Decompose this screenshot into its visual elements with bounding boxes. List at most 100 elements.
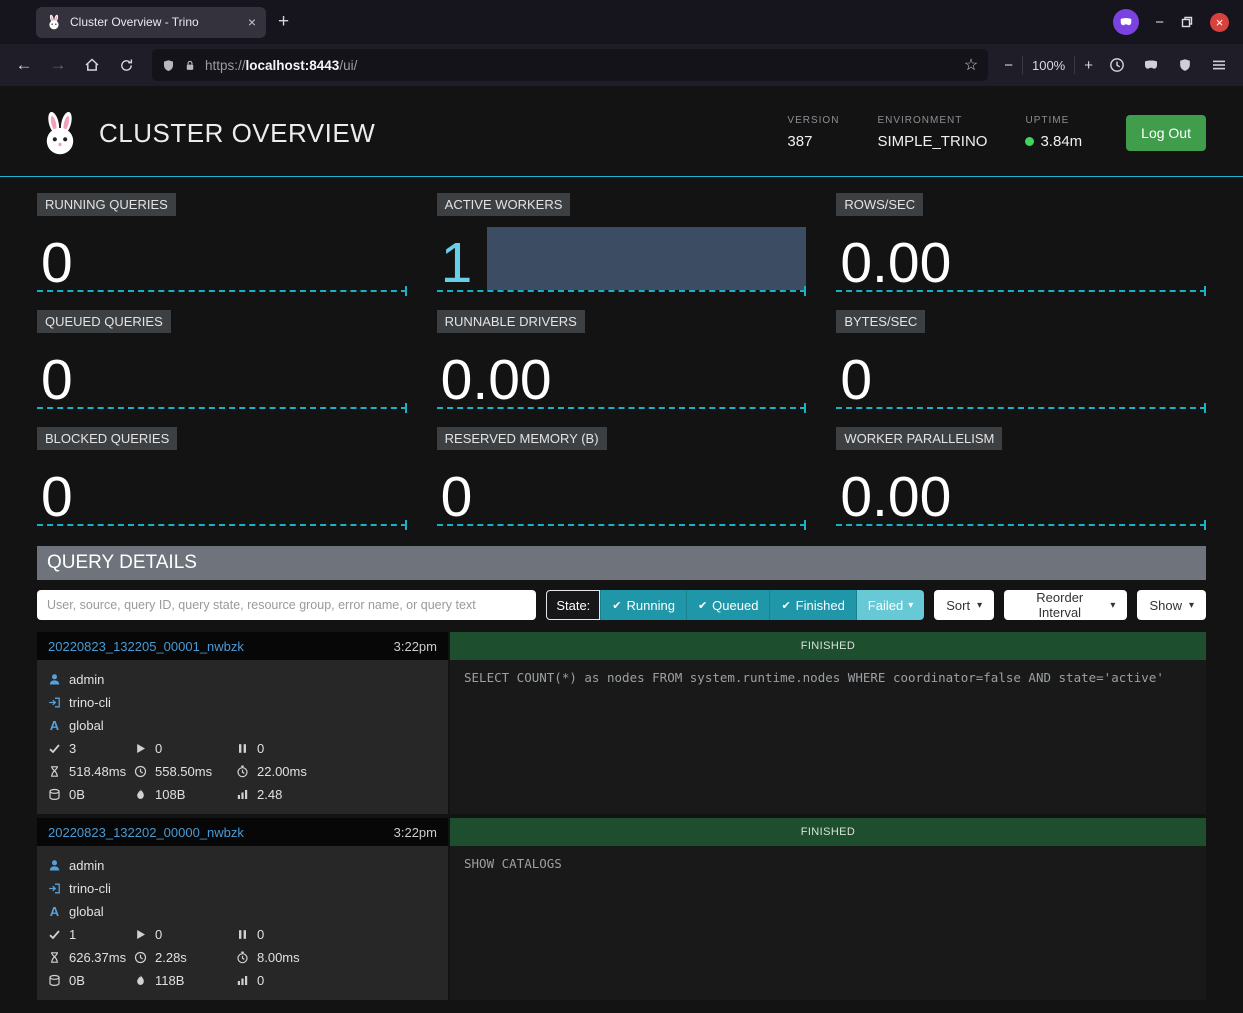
- query-header: 20220823_132202_00000_nwbzk 3:22pm FINIS…: [37, 818, 1206, 846]
- reload-icon[interactable]: [110, 50, 142, 80]
- query-time: 3:22pm: [394, 825, 437, 840]
- url-bar[interactable]: https://localhost:8443/ui/ ☆: [152, 49, 988, 81]
- logout-button[interactable]: Log Out: [1126, 115, 1206, 151]
- lock-icon[interactable]: [184, 59, 196, 72]
- resource-group-icon: A: [48, 904, 61, 919]
- query-status-bar: FINISHED: [450, 818, 1206, 846]
- state-filter-failed[interactable]: Failed▾: [856, 590, 924, 620]
- state-filter-finished[interactable]: ✔Finished: [769, 590, 855, 620]
- source-icon: [48, 696, 61, 709]
- browser-tab[interactable]: Cluster Overview - Trino ×: [36, 7, 266, 38]
- cpu-time-icon: [236, 951, 249, 964]
- query-header-left: 20220823_132205_00001_nwbzk 3:22pm: [37, 632, 448, 660]
- close-window-button[interactable]: ×: [1210, 13, 1229, 32]
- separator: [1022, 56, 1023, 74]
- queued-splits-icon: [236, 928, 249, 941]
- total-time: 2.28s: [155, 950, 187, 965]
- private-browsing-icon: [1113, 9, 1139, 35]
- check-icon: ✔: [698, 599, 707, 612]
- version-value: 387: [787, 133, 839, 150]
- environment-group: ENVIRONMENT SIMPLE_TRINO: [877, 115, 987, 150]
- query-time: 3:22pm: [394, 639, 437, 654]
- peak-memory: 108B: [155, 787, 185, 802]
- query-sql-text: SHOW CATALOGS: [450, 846, 1206, 1000]
- query-search-input[interactable]: [37, 590, 536, 620]
- state-filter-queued[interactable]: ✔Queued: [686, 590, 769, 620]
- queued-splits-icon: [236, 742, 249, 755]
- menu-icon[interactable]: [1203, 50, 1235, 80]
- history-icon[interactable]: [1101, 50, 1133, 80]
- running-splits: 0: [155, 927, 162, 942]
- query-id-link[interactable]: 20220823_132205_00001_nwbzk: [48, 639, 244, 654]
- total-time-icon: [134, 765, 147, 778]
- query-id-link[interactable]: 20220823_132202_00000_nwbzk: [48, 825, 244, 840]
- stat-active-workers: ACTIVE WORKERS 1: [437, 193, 807, 292]
- check-icon: ✔: [612, 599, 621, 612]
- query-info-panel: admin trino-cli Aglobal 3 0 0 518.48ms 5…: [37, 660, 448, 814]
- reorder-interval-button[interactable]: Reorder Interval▾: [1004, 590, 1127, 620]
- completed-splits-icon: [48, 928, 61, 941]
- state-filter-running[interactable]: ✔Running: [600, 590, 686, 620]
- trino-favicon-icon: [46, 14, 62, 30]
- completed-splits: 3: [69, 741, 76, 756]
- stat-label: RUNNING QUERIES: [37, 193, 176, 216]
- user-icon: [48, 673, 61, 686]
- uptime-group: UPTIME 3.84m: [1025, 115, 1082, 150]
- home-icon[interactable]: [76, 50, 108, 80]
- running-splits-icon: [134, 928, 147, 941]
- stat-value: 0.00: [840, 235, 951, 292]
- query-header-left: 20220823_132202_00000_nwbzk 3:22pm: [37, 818, 448, 846]
- protections-icon[interactable]: [1169, 50, 1201, 80]
- stat-sparkline: 0: [37, 226, 407, 292]
- stat-value: 0.00: [441, 352, 552, 409]
- stat-running-queries: RUNNING QUERIES 0: [37, 193, 407, 292]
- user-icon: [48, 859, 61, 872]
- stat-label: QUEUED QUERIES: [37, 310, 171, 333]
- stat-sparkline: 0: [437, 460, 807, 526]
- show-button[interactable]: Show▾: [1137, 590, 1206, 620]
- zoom-in-icon[interactable]: +: [1084, 57, 1093, 74]
- back-icon[interactable]: ←: [8, 50, 40, 80]
- stat-label: WORKER PARALLELISM: [836, 427, 1002, 450]
- new-tab-button[interactable]: +: [266, 11, 301, 33]
- parallelism-icon: [236, 788, 249, 801]
- zoom-level[interactable]: 100%: [1032, 58, 1065, 73]
- cpu-time: 22.00ms: [257, 764, 307, 779]
- uptime-value: 3.84m: [1025, 133, 1082, 150]
- caret-down-icon: ▾: [908, 600, 913, 611]
- tracking-shield-icon[interactable]: [162, 59, 175, 72]
- stat-sparkline: 0.00: [437, 343, 807, 409]
- zoom-out-icon[interactable]: −: [1004, 57, 1013, 74]
- stat-value: 0: [441, 469, 473, 526]
- query-row: 20220823_132205_00001_nwbzk 3:22pm FINIS…: [37, 632, 1206, 814]
- state-filter-label: State:: [546, 590, 600, 620]
- peak-memory: 118B: [155, 973, 184, 988]
- query-list: 20220823_132205_00001_nwbzk 3:22pm FINIS…: [37, 632, 1206, 1000]
- trino-page: CLUSTER OVERVIEW VERSION 387 ENVIRONMENT…: [0, 86, 1243, 1000]
- extensions-icon[interactable]: [1135, 50, 1167, 80]
- sparkline-fill: [487, 227, 807, 290]
- source-icon: [48, 882, 61, 895]
- memory-icon: [48, 788, 61, 801]
- queued-splits: 0: [257, 741, 264, 756]
- uptime-label: UPTIME: [1025, 115, 1082, 126]
- trino-logo-icon: [37, 110, 83, 156]
- minimize-button[interactable]: −: [1155, 14, 1164, 31]
- query-sql-text: SELECT COUNT(*) as nodes FROM system.run…: [450, 660, 1206, 814]
- stat-label: BYTES/SEC: [836, 310, 925, 333]
- wall-time: 518.48ms: [69, 764, 126, 779]
- bookmark-star-icon[interactable]: ☆: [964, 55, 978, 75]
- page-title: CLUSTER OVERVIEW: [99, 118, 375, 149]
- query-details-header: QUERY DETAILS: [37, 546, 1206, 580]
- restore-button[interactable]: [1180, 15, 1194, 29]
- tab-close-icon[interactable]: ×: [248, 15, 256, 29]
- navigation-toolbar: ← → https://localhost:8443/ui/ ☆ − 100% …: [0, 44, 1243, 86]
- stat-runnable-drivers: RUNNABLE DRIVERS 0.00: [437, 310, 807, 409]
- stat-label: RUNNABLE DRIVERS: [437, 310, 585, 333]
- stat-sparkline: 0.00: [836, 460, 1206, 526]
- version-group: VERSION 387: [787, 115, 839, 150]
- sort-button[interactable]: Sort▾: [934, 590, 994, 620]
- window-controls: − ×: [1113, 9, 1235, 35]
- stat-blocked-queries: BLOCKED QUERIES 0: [37, 427, 407, 526]
- stat-rows-sec: ROWS/SEC 0.00: [836, 193, 1206, 292]
